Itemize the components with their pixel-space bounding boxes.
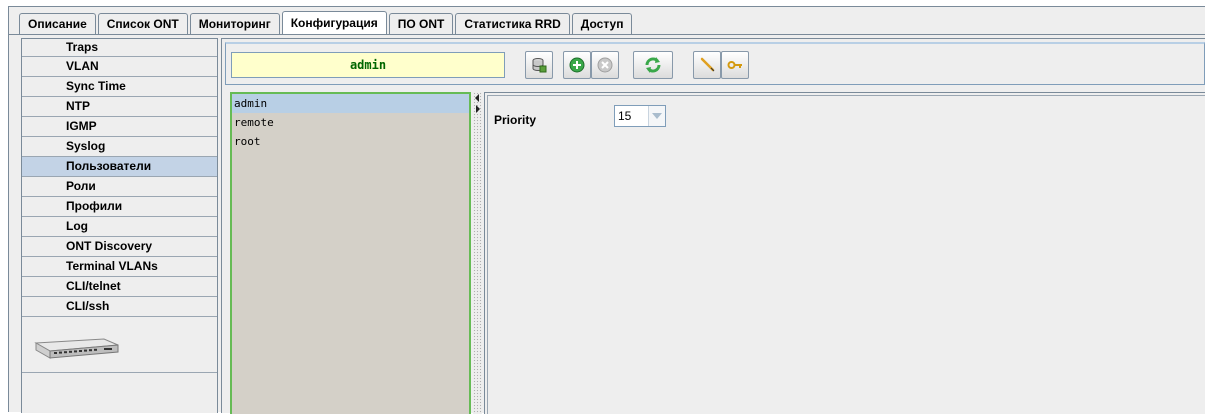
- add-user-button[interactable]: [563, 51, 591, 79]
- database-icon: [532, 58, 547, 73]
- list-item-user-admin[interactable]: admin: [232, 94, 469, 113]
- edit-button[interactable]: [693, 51, 721, 79]
- olt-device-icon: [34, 337, 119, 359]
- user-properties-inner: Priority 15: [487, 95, 1205, 414]
- sidebar-item-cli-ssh[interactable]: CLI/ssh: [22, 297, 217, 317]
- collapse-left-arrow-icon[interactable]: [474, 94, 481, 102]
- expand-right-arrow-icon[interactable]: [474, 105, 481, 113]
- chevron-down-icon: [652, 113, 662, 119]
- refresh-button[interactable]: [633, 51, 673, 79]
- save-database-button[interactable]: [525, 51, 553, 79]
- edit-pencil-icon: [700, 57, 715, 72]
- tab-rrd-statistics[interactable]: Статистика RRD: [455, 13, 570, 34]
- tab-access[interactable]: Доступ: [571, 13, 633, 34]
- remove-user-button[interactable]: [591, 51, 619, 79]
- panel-splitter[interactable]: [473, 92, 482, 414]
- refresh-icon: [645, 57, 661, 73]
- remove-icon: [597, 57, 613, 73]
- selected-user-name-field[interactable]: admin: [231, 52, 505, 78]
- users-list: admin remote root: [230, 92, 471, 414]
- sidebar-item-roles[interactable]: Роли: [22, 177, 217, 197]
- priority-dropdown-button[interactable]: [649, 106, 665, 126]
- tab-configuration[interactable]: Конфигурация: [281, 11, 387, 34]
- tab-description[interactable]: Описание: [19, 13, 96, 34]
- sidebar-item-terminal-vlans[interactable]: Terminal VLANs: [22, 257, 217, 277]
- user-properties-panel: Priority 15: [484, 92, 1205, 414]
- app-window: Описание Список ONT Мониторинг Конфигура…: [8, 6, 1205, 414]
- tab-ont-list[interactable]: Список ONT: [97, 13, 188, 34]
- users-config-panel: admin admin remote root Priority 15: [221, 38, 1205, 414]
- change-password-button[interactable]: [721, 51, 749, 79]
- sidebar-item-users[interactable]: Пользователи: [22, 157, 217, 177]
- sidebar-item-ont-discovery[interactable]: ONT Discovery: [22, 237, 217, 257]
- sidebar-item-cli-telnet[interactable]: CLI/telnet: [22, 277, 217, 297]
- tab-bar: Описание Список ONT Мониторинг Конфигура…: [19, 10, 634, 34]
- users-toolbar: admin: [225, 42, 1205, 85]
- list-item-user-root[interactable]: root: [232, 132, 469, 151]
- sidebar-item-profiles[interactable]: Профили: [22, 197, 217, 217]
- sidebar-item-ntp[interactable]: NTP: [22, 97, 217, 117]
- tab-ont-software[interactable]: ПО ONT: [388, 13, 454, 34]
- list-item-user-remote[interactable]: remote: [232, 113, 469, 132]
- priority-value: 15: [615, 106, 649, 126]
- priority-select[interactable]: 15: [614, 105, 666, 127]
- device-image: [22, 317, 217, 373]
- add-icon: [569, 57, 585, 73]
- sidebar-item-vlan[interactable]: VLAN: [22, 57, 217, 77]
- sidebar-item-traps[interactable]: Traps: [22, 39, 217, 57]
- tab-divider: [9, 34, 1205, 35]
- key-icon: [727, 61, 742, 69]
- tab-monitoring[interactable]: Мониторинг: [189, 13, 280, 34]
- sidebar-item-syslog[interactable]: Syslog: [22, 137, 217, 157]
- sidebar-item-igmp[interactable]: IGMP: [22, 117, 217, 137]
- sidebar: Traps VLAN Sync Time NTP IGMP Syslog Пол…: [21, 38, 218, 413]
- sidebar-item-sync-time[interactable]: Sync Time: [22, 77, 217, 97]
- priority-label: Priority: [494, 113, 537, 127]
- sidebar-item-log[interactable]: Log: [22, 217, 217, 237]
